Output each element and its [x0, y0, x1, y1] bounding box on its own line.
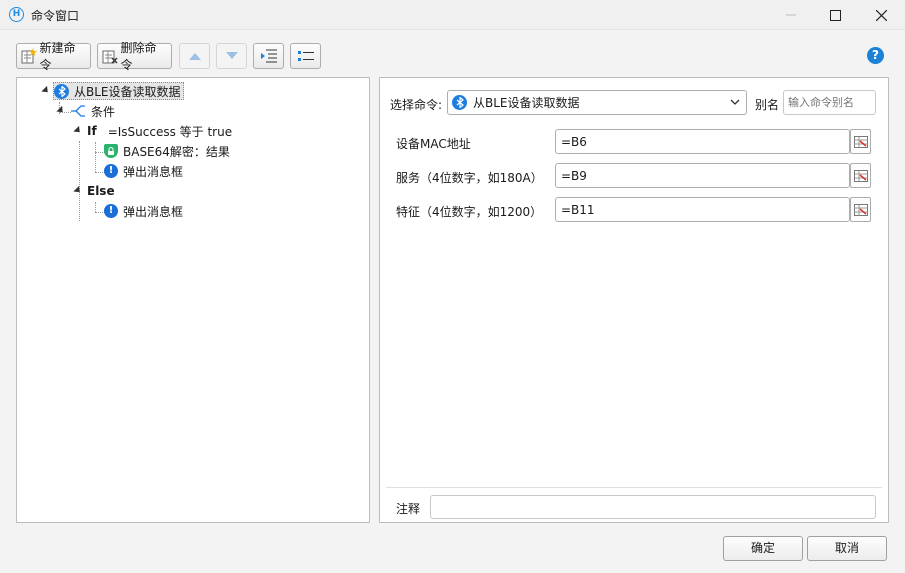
cell-picker-button[interactable] — [850, 129, 871, 154]
else-expander[interactable] — [73, 185, 83, 196]
ok-button[interactable]: 确定 — [723, 536, 803, 561]
tree-item-if[interactable]: If =IsSuccess 等于 true — [87, 122, 232, 140]
select-command-label: 选择命令: — [390, 98, 443, 112]
tree-item-popup-2[interactable]: ! 弹出消息框 — [104, 202, 183, 220]
arrow-up-icon — [188, 53, 201, 60]
note-label: 注释 — [396, 502, 421, 516]
condition-expander[interactable] — [56, 105, 66, 116]
tree-item-label: 条件 — [91, 104, 116, 119]
cell-picker-button[interactable] — [850, 197, 871, 222]
tree-item-else[interactable]: Else — [87, 182, 115, 200]
root-expander[interactable] — [41, 85, 51, 96]
indent-button[interactable] — [253, 43, 284, 69]
new-command-label: 新建命令 — [39, 41, 76, 72]
minimize-icon — [786, 14, 796, 16]
close-button[interactable] — [859, 0, 903, 30]
param-label-service: 服务（4位数字，如180A） — [396, 171, 543, 185]
close-icon — [875, 9, 887, 21]
command-tree-panel: 从BLE设备读取数据 条件 If =IsSuccess 等于 true BASE… — [16, 77, 370, 523]
if-keyword: If — [87, 124, 97, 138]
tree-item-ble-read[interactable]: 从BLE设备读取数据 — [53, 82, 184, 100]
new-command-button[interactable]: 新建命令 — [16, 41, 91, 72]
move-down-button[interactable] — [216, 43, 247, 69]
param-input-characteristic[interactable]: =B11 — [555, 197, 850, 222]
param-label-mac: 设备MAC地址 — [396, 137, 471, 151]
cell-picker-icon — [853, 135, 868, 148]
param-input-mac[interactable]: =B6 — [555, 129, 850, 154]
chevron-down-icon — [730, 99, 740, 105]
note-input[interactable] — [430, 495, 876, 519]
window-title: 命令窗口 — [31, 9, 80, 23]
maximize-icon — [829, 9, 841, 21]
title-bar: H 命令窗口 — [0, 0, 905, 30]
alias-input[interactable] — [783, 90, 876, 115]
delete-command-button[interactable]: 删除命令 — [97, 41, 172, 72]
cancel-button[interactable]: 取消 — [807, 536, 887, 561]
tree-item-label: 弹出消息框 — [123, 204, 184, 219]
minimize-button[interactable] — [769, 0, 813, 30]
indent-icon — [260, 49, 277, 63]
tree-item-label: 弹出消息框 — [123, 164, 184, 179]
tree-item-label: BASE64解密：结果 — [123, 144, 230, 159]
cell-picker-icon — [853, 203, 868, 216]
cell-picker-icon — [853, 169, 868, 182]
lock-icon — [104, 144, 118, 158]
bullet-list-button[interactable] — [290, 43, 321, 69]
tree-item-popup-1[interactable]: ! 弹出消息框 — [104, 162, 183, 180]
bullet-list-icon — [297, 51, 314, 61]
help-icon[interactable]: ? — [867, 47, 884, 64]
if-condition: =IsSuccess 等于 true — [107, 124, 233, 139]
tree-line — [95, 202, 96, 212]
maximize-button[interactable] — [813, 0, 857, 30]
bluetooth-icon — [452, 95, 467, 110]
app-logo-icon: H — [9, 7, 24, 22]
param-label-characteristic: 特征（4位数字，如1200） — [396, 205, 543, 219]
delete-document-icon — [102, 50, 118, 64]
bluetooth-icon — [54, 83, 69, 99]
tree-item-condition[interactable]: 条件 — [70, 102, 115, 120]
else-keyword: Else — [87, 184, 115, 198]
move-up-button[interactable] — [179, 43, 210, 69]
param-input-service[interactable]: =B9 — [555, 163, 850, 188]
branch-icon — [71, 105, 85, 117]
command-select-value: 从BLE设备读取数据 — [473, 96, 580, 110]
command-select[interactable]: 从BLE设备读取数据 — [447, 90, 747, 115]
divider — [386, 487, 882, 488]
info-icon: ! — [104, 164, 118, 178]
info-icon: ! — [104, 204, 118, 218]
tree-item-label: 从BLE设备读取数据 — [74, 84, 181, 99]
tree-line — [95, 142, 96, 172]
if-expander[interactable] — [73, 125, 83, 136]
tree-line — [79, 141, 80, 221]
alias-label: 别名 — [755, 98, 780, 112]
delete-command-label: 删除命令 — [120, 41, 157, 72]
cell-picker-button[interactable] — [850, 163, 871, 188]
tree-item-base64[interactable]: BASE64解密：结果 — [104, 142, 230, 160]
new-document-icon — [21, 48, 37, 64]
arrow-down-icon — [225, 52, 238, 59]
